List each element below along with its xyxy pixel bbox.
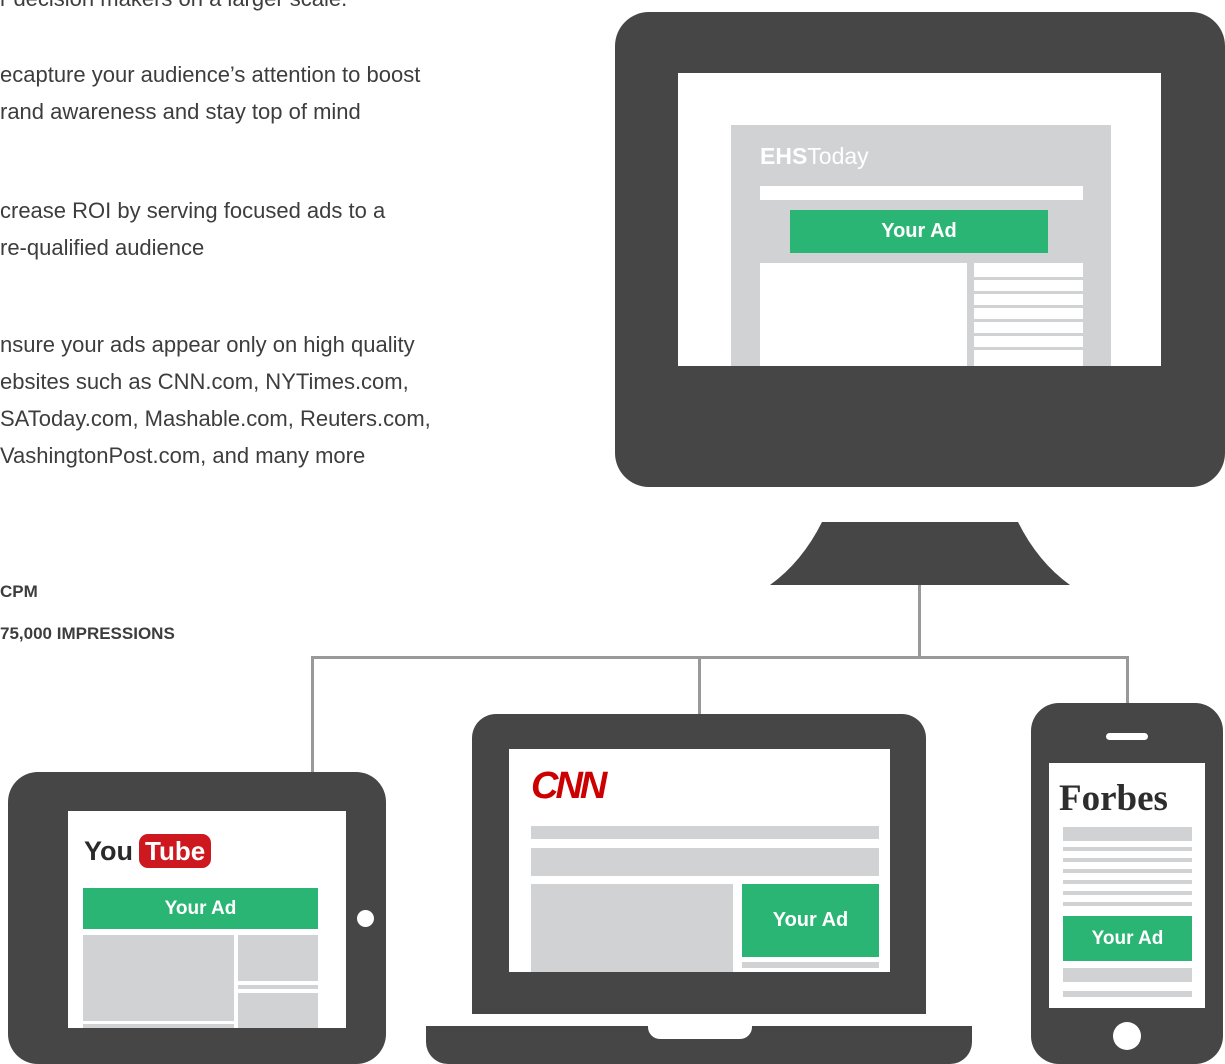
sidebar-rule xyxy=(974,319,1083,322)
phone-text-rule xyxy=(1063,869,1192,873)
tablet-content-block-2 xyxy=(83,1024,234,1028)
laptop-content-block xyxy=(531,884,733,972)
ehstoday-logo-bold: EHS xyxy=(760,143,808,169)
youtube-logo-tube: Tube xyxy=(139,834,212,868)
phone-speaker xyxy=(1106,733,1148,740)
tablet-home-button[interactable] xyxy=(357,910,374,927)
youtube-logo: You Tube xyxy=(84,833,212,869)
sidebar-rule xyxy=(974,305,1083,308)
desktop-nav-bar xyxy=(760,186,1083,200)
sidebar-rule xyxy=(974,333,1083,336)
pricing-impressions: 75,000 IMPRESSIONS xyxy=(0,624,175,643)
benefit-line: SAToday.com, Mashable.com, Reuters.com, xyxy=(0,406,431,431)
ehstoday-logo-light: Today xyxy=(807,143,869,169)
benefit-brand-awareness: ecapture your audience’s attention to bo… xyxy=(0,56,420,130)
connector-laptop xyxy=(698,656,701,716)
laptop-ad-slot[interactable]: Your Ad xyxy=(742,884,879,957)
tablet-content-block xyxy=(83,935,234,1021)
phone-text-rule xyxy=(1063,847,1192,851)
pricing-cpm: CPM xyxy=(0,582,38,601)
connector-bus xyxy=(311,656,1129,659)
phone-ad-slot[interactable]: Your Ad xyxy=(1063,916,1192,961)
phone-text-rule xyxy=(1063,902,1192,906)
laptop-screen: CNN Your Ad xyxy=(509,749,890,972)
benefit-line: re-qualified audience xyxy=(0,235,205,260)
benefit-line: VashingtonPost.com, and many more xyxy=(0,443,366,468)
phone-screen: Forbes Your Ad xyxy=(1049,763,1205,1008)
benefit-roi: crease ROI by serving focused ads to a r… xyxy=(0,192,385,266)
laptop-trackpad-notch xyxy=(648,1026,752,1039)
phone-content-bar xyxy=(1063,968,1192,982)
phone-home-button[interactable] xyxy=(1113,1022,1141,1050)
tablet-sidebar-rule xyxy=(238,985,318,989)
tablet-screen: You Tube Your Ad xyxy=(68,811,346,1028)
youtube-logo-you: You xyxy=(84,835,133,866)
benefit-quality-sites: nsure your ads appear only on high quali… xyxy=(0,326,431,474)
phone-text-rule xyxy=(1063,880,1192,884)
desktop-content-block xyxy=(760,263,967,366)
desktop-screen: EHSToday Your Ad xyxy=(678,73,1161,366)
benefit-line: nsure your ads appear only on high quali… xyxy=(0,332,415,357)
benefit-line: crease ROI by serving focused ads to a xyxy=(0,198,386,223)
tablet-sidebar-block xyxy=(238,935,318,981)
tablet-sidebar-block-2 xyxy=(238,993,318,1028)
phone-text-rule xyxy=(1063,891,1192,895)
forbes-logo: Forbes xyxy=(1059,778,1168,819)
laptop-banner-bar xyxy=(531,848,879,876)
phone-text-rule xyxy=(1063,858,1192,862)
desktop-sidebar xyxy=(974,263,1083,366)
laptop-sidebar-rule xyxy=(742,962,879,968)
sidebar-rule xyxy=(974,347,1083,350)
laptop-nav-bar xyxy=(531,826,879,839)
connector-stem xyxy=(918,584,921,658)
tablet-ad-slot[interactable]: Your Ad xyxy=(83,888,318,929)
connector-tablet xyxy=(311,656,314,774)
benefit-line: ecapture your audience’s attention to bo… xyxy=(0,62,421,87)
connector-phone xyxy=(1126,656,1129,704)
desktop-ad-slot[interactable]: Your Ad xyxy=(790,210,1048,253)
intro-partial-line: r decision makers on a larger scale. xyxy=(0,0,347,12)
sidebar-rule xyxy=(974,277,1083,280)
desktop-stand xyxy=(770,522,1070,585)
cnn-logo: CNN xyxy=(531,765,607,807)
phone-headline-bar xyxy=(1063,827,1192,841)
benefit-line: ebsites such as CNN.com, NYTimes.com, xyxy=(0,369,409,394)
benefit-line: rand awareness and stay top of mind xyxy=(0,99,361,124)
ehstoday-logo: EHSToday xyxy=(760,143,869,170)
phone-text-rule xyxy=(1063,991,1192,997)
sidebar-rule xyxy=(974,291,1083,294)
